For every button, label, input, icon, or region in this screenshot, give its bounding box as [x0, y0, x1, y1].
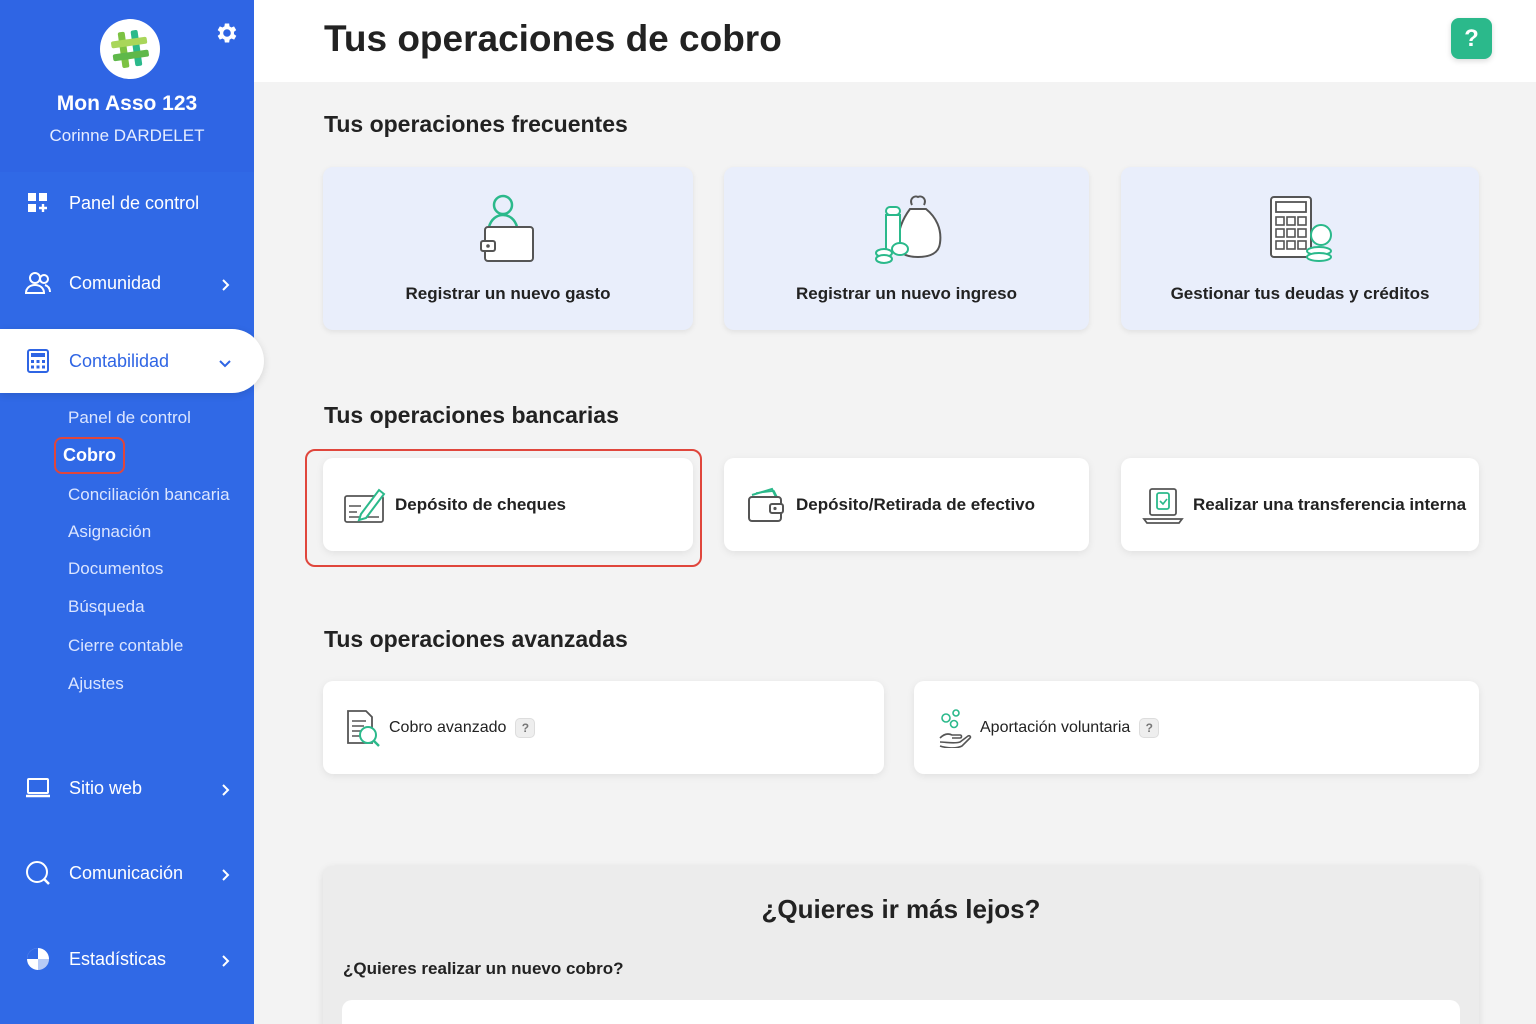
- check-deposit-highlight: [305, 449, 702, 567]
- cash-deposit-card[interactable]: Depósito/Retirada de efectivo: [724, 458, 1089, 551]
- sidebar: Mon Asso 123 Corinne DARDELET Panel de c…: [0, 0, 264, 1024]
- sidebar-item-label: Comunicación: [69, 862, 184, 883]
- go-further-title: ¿Quieres ir más lejos?: [761, 894, 1041, 924]
- sidebar-header: Mon Asso 123 Corinne DARDELET: [0, 0, 254, 172]
- register-expense-label: Registrar un nuevo gasto: [405, 284, 611, 303]
- chat-bubble-icon: [24, 859, 52, 887]
- wallet-person-icon: [469, 193, 547, 267]
- sidebar-item-label: Sitio web: [69, 777, 143, 798]
- pie-chart-icon: [24, 945, 52, 973]
- chevron-right-icon: [218, 952, 232, 967]
- sidebar-item-label: Contabilidad: [69, 350, 170, 371]
- chevron-right-icon: [218, 866, 232, 881]
- manage-debts-card[interactable]: Gestionar tus deudas y créditos: [1121, 167, 1479, 330]
- advanced-collection-card[interactable]: Cobro avanzado ?: [323, 681, 884, 774]
- help-button[interactable]: ?: [1451, 18, 1492, 59]
- wallet-cash-icon: [744, 483, 788, 527]
- sidebar-item-sitio-web[interactable]: Sitio web: [0, 758, 254, 818]
- subnav-cierre[interactable]: Cierre contable: [68, 636, 183, 656]
- laptop-icon: [24, 774, 52, 802]
- subnav-conciliacion[interactable]: Conciliación bancaria: [68, 485, 230, 505]
- chevron-right-icon: [218, 781, 232, 796]
- section-title-advanced: Tus operaciones avanzadas: [324, 626, 628, 652]
- internal-transfer-card[interactable]: Realizar una transferencia interna: [1121, 458, 1479, 551]
- register-income-label: Registrar un nuevo ingreso: [795, 284, 1018, 303]
- money-bag-icon: [868, 193, 946, 267]
- advanced-collection-label: Cobro avanzado: [389, 718, 507, 736]
- chevron-down-icon: [218, 354, 232, 368]
- sidebar-item-comunicacion[interactable]: Comunicación: [0, 843, 254, 903]
- sidebar-item-label: Comunidad: [69, 272, 162, 293]
- sidebar-item-contabilidad[interactable]: Contabilidad: [0, 329, 264, 393]
- document-search-icon: [343, 707, 383, 749]
- dashboard-icon: [24, 189, 52, 217]
- subnav-ajustes[interactable]: Ajustes: [68, 674, 124, 694]
- calculator-coins-icon: [1261, 193, 1339, 267]
- voluntary-contribution-card[interactable]: Aportación voluntaria ?: [914, 681, 1479, 774]
- manage-debts-label: Gestionar tus deudas y créditos: [1170, 284, 1430, 303]
- gear-icon[interactable]: [214, 20, 240, 46]
- sidebar-item-comunidad[interactable]: Comunidad: [0, 253, 254, 313]
- voluntary-contribution-label: Aportación voluntaria: [980, 718, 1131, 736]
- sidebar-item-panel[interactable]: Panel de control: [0, 173, 254, 233]
- info-help-icon[interactable]: ?: [515, 717, 536, 738]
- subnav-documentos[interactable]: Documentos: [68, 559, 163, 579]
- register-income-card[interactable]: Registrar un nuevo ingreso: [724, 167, 1089, 330]
- hashtag-logo-icon[interactable]: [100, 19, 160, 79]
- info-help-icon[interactable]: ?: [1139, 717, 1160, 738]
- calculator-icon: [24, 347, 52, 375]
- new-collection-box[interactable]: [342, 1000, 1460, 1024]
- sidebar-item-label: Estadísticas: [69, 948, 167, 969]
- sidebar-item-label: Panel de control: [69, 192, 200, 213]
- subnav-asignacion[interactable]: Asignación: [68, 522, 151, 542]
- subnav-busqueda[interactable]: Búsqueda: [68, 597, 145, 617]
- page-title: Tus operaciones de cobro: [324, 18, 782, 59]
- chevron-right-icon: [218, 276, 232, 291]
- section-title-bank: Tus operaciones bancarias: [324, 402, 619, 428]
- go-further-panel: ¿Quieres ir más lejos? ¿Quieres realizar…: [323, 866, 1479, 1024]
- internal-transfer-label: Realizar una transferencia interna: [1193, 494, 1467, 514]
- register-expense-card[interactable]: Registrar un nuevo gasto: [323, 167, 693, 330]
- subnav-panel[interactable]: Panel de control: [68, 408, 191, 428]
- user-name: Corinne DARDELET: [49, 126, 205, 145]
- new-collection-question: ¿Quieres realizar un nuevo cobro?: [343, 959, 624, 978]
- hand-coins-icon: [934, 707, 974, 749]
- cash-deposit-label: Depósito/Retirada de efectivo: [796, 494, 1036, 514]
- sidebar-item-estadisticas[interactable]: Estadísticas: [0, 929, 254, 989]
- org-name: Mon Asso 123: [56, 92, 198, 115]
- section-title-frequent: Tus operaciones frecuentes: [324, 111, 628, 137]
- help-icon: ?: [1464, 24, 1479, 52]
- laptop-transfer-icon: [1141, 483, 1185, 527]
- subnav-cobro[interactable]: Cobro: [54, 437, 125, 474]
- users-icon: [24, 269, 52, 297]
